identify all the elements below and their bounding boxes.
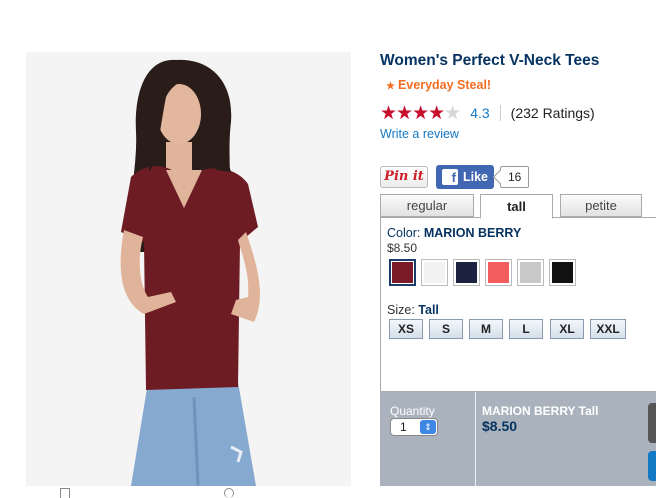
pinterest-button[interactable]: Pin it bbox=[380, 165, 428, 188]
star-icon: ★ bbox=[386, 81, 395, 92]
size-m[interactable]: M bbox=[469, 319, 503, 339]
facebook-like-button[interactable]: f Like bbox=[436, 164, 494, 189]
swatch-heather-gray[interactable] bbox=[517, 259, 544, 286]
selection-name: MARION BERRY Tall bbox=[482, 404, 599, 418]
badge-label: Everyday Steal! bbox=[397, 78, 492, 92]
rating-count: (232 Ratings) bbox=[510, 105, 595, 121]
variant-price: $8.50 bbox=[387, 241, 418, 255]
tab-regular[interactable]: regular bbox=[380, 194, 474, 217]
quantity-value: 1 bbox=[400, 420, 407, 434]
product-title: Women's Perfect V-Neck Tees bbox=[380, 52, 600, 69]
size-s[interactable]: S bbox=[429, 319, 463, 339]
tab-tall[interactable]: tall bbox=[480, 194, 553, 219]
like-count: 16 bbox=[500, 165, 530, 188]
product-info-panel: Women's Perfect V-Neck Tees ★ Everyday St… bbox=[380, 0, 656, 498]
size-label: Size: Tall bbox=[387, 303, 439, 317]
add-to-bag-button[interactable] bbox=[648, 403, 656, 443]
add-to-bag-bar: Quantity 1 ⇕ MARION BERRY Tall $8.50 bbox=[380, 392, 656, 486]
tab-petite[interactable]: petite bbox=[560, 194, 642, 217]
fit-tabs: regular tall petite bbox=[380, 194, 656, 219]
divider bbox=[499, 105, 501, 121]
color-label-text: Color: bbox=[387, 226, 421, 240]
divider bbox=[475, 392, 476, 486]
color-label: Color: MARION BERRY bbox=[387, 226, 521, 240]
write-review-link[interactable]: Write a review bbox=[380, 127, 459, 141]
zoom-icon[interactable] bbox=[224, 488, 234, 498]
everyday-steal-badge: ★ Everyday Steal! bbox=[386, 78, 491, 92]
social-buttons: Pin it f Like 16 bbox=[380, 164, 530, 189]
image-tools bbox=[60, 488, 260, 498]
size-xxl[interactable]: XXL bbox=[590, 319, 626, 339]
swatch-coral[interactable] bbox=[485, 259, 512, 286]
swatch-white[interactable] bbox=[421, 259, 448, 286]
size-xl[interactable]: XL bbox=[550, 319, 584, 339]
selected-color: MARION BERRY bbox=[423, 226, 522, 240]
rating-stars[interactable]: ★★★★★ bbox=[380, 102, 461, 125]
size-l[interactable]: L bbox=[509, 319, 543, 339]
quantity-label: Quantity bbox=[390, 404, 435, 418]
facebook-icon: f bbox=[442, 168, 458, 185]
expand-icon[interactable] bbox=[60, 488, 70, 498]
rating-row: ★★★★★ 4.3 (232 Ratings) bbox=[380, 102, 595, 124]
size-xs[interactable]: XS bbox=[389, 319, 423, 339]
selected-size: Tall bbox=[418, 303, 439, 317]
like-label: Like bbox=[463, 169, 489, 184]
size-label-text: Size: bbox=[387, 303, 415, 317]
swatch-navy[interactable] bbox=[453, 259, 480, 286]
checkout-button[interactable] bbox=[648, 451, 656, 481]
swatch-black[interactable] bbox=[549, 259, 576, 286]
model-illustration bbox=[26, 52, 351, 486]
swatch-marion-berry[interactable] bbox=[389, 259, 416, 286]
stepper-icon[interactable]: ⇕ bbox=[420, 420, 436, 434]
variant-panel: Color: MARION BERRY $8.50 Size: Tall XS … bbox=[380, 217, 656, 392]
rating-value[interactable]: 4.3 bbox=[470, 105, 489, 121]
selection-price: $8.50 bbox=[482, 418, 518, 434]
quantity-select[interactable]: 1 ⇕ bbox=[390, 418, 438, 436]
product-image[interactable] bbox=[26, 52, 351, 486]
